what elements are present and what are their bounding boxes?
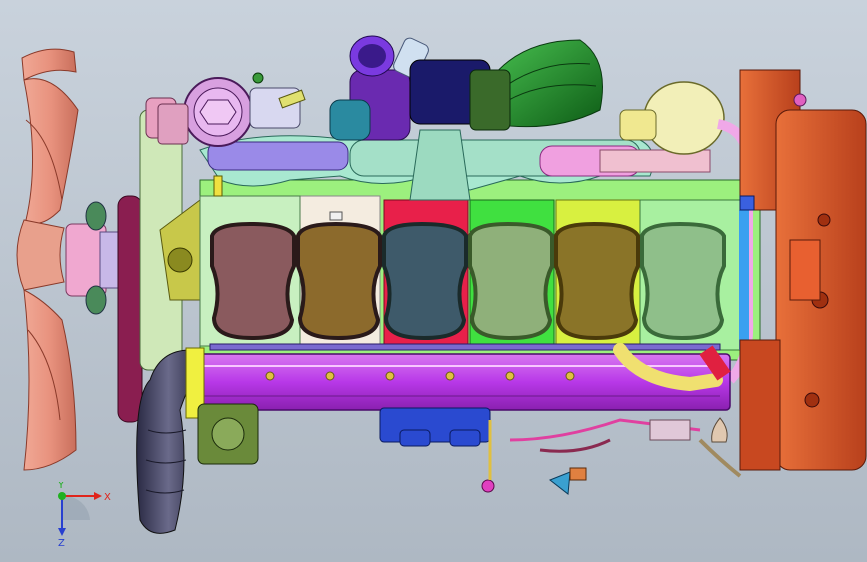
cad-viewport[interactable]: X Y Z (0, 0, 867, 562)
x-axis-head (94, 492, 102, 500)
cylinder-cover-4[interactable] (468, 221, 554, 341)
cylinder-cover-1[interactable] (210, 221, 296, 341)
oil-pan[interactable] (379, 407, 491, 447)
starter-motor[interactable] (197, 403, 259, 465)
x-axis-label: X (104, 492, 111, 503)
y-axis-label: Y (57, 482, 65, 491)
turbocharger[interactable] (329, 35, 603, 141)
cylinder-cover-3[interactable] (382, 221, 468, 341)
cylinder-cover-6[interactable] (640, 221, 726, 341)
engine-assembly-model[interactable] (0, 0, 867, 562)
coordinate-triad: X Y Z (57, 482, 111, 548)
z-axis-head (58, 528, 66, 536)
z-axis-label: Z (58, 538, 65, 548)
fan-hub[interactable] (65, 201, 119, 315)
cylinder-cover-5[interactable] (554, 221, 640, 341)
cylinder-cover-2[interactable] (296, 221, 382, 341)
y-axis-dot (58, 492, 66, 500)
